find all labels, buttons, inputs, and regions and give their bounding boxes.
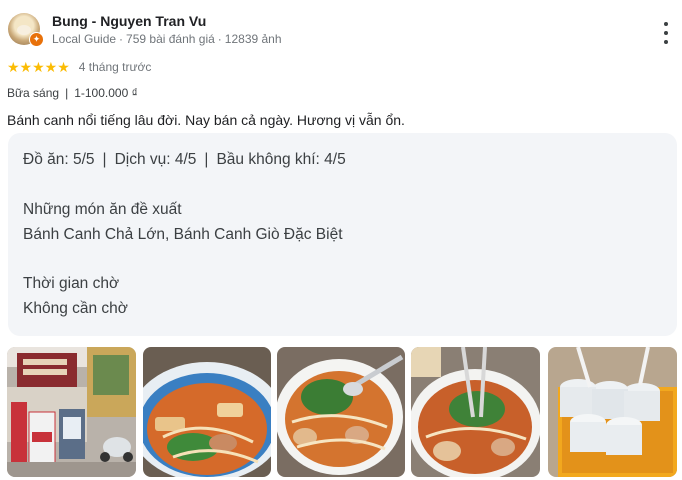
- review-text: Bánh canh nổi tiếng lâu đời. Nay bán cả …: [7, 112, 405, 128]
- wait-time-label: Thời gian chờ: [23, 275, 120, 292]
- review-details-box: Đồ ăn: 5/5 | Dịch vụ: 4/5 | Bầu không khí: 4…: [8, 133, 677, 336]
- meal-info: Bữa sáng | 1-100.000 ₫: [7, 86, 138, 100]
- sub-ratings: Đồ ăn: 5/5 | Dịch vụ: 4/5 | Bầu không khí: 4…: [23, 151, 346, 169]
- recommended-dishes-label: Những món ăn đề xuất: [23, 201, 182, 218]
- wait-time-value: Không cần chờ: [23, 300, 128, 317]
- meal-type: Bữa sáng: [7, 86, 60, 100]
- local-guide-badge-icon: ✦: [29, 32, 44, 47]
- meal-separator: |: [65, 86, 69, 100]
- atmosphere-rating: Bầu không khí: 4/5: [216, 151, 346, 168]
- review-header: ✦ Bung - Nguyen Tran Vu Local Guide · 759 …: [8, 10, 678, 50]
- noodle-soup-photo[interactable]: [143, 347, 271, 477]
- avatar-face: [17, 25, 31, 35]
- noodle-soup-photo[interactable]: [277, 347, 405, 477]
- rating-separator: |: [204, 151, 209, 168]
- storefront-photo[interactable]: [7, 347, 136, 477]
- reviewer-photo-count: 12839 ảnh: [224, 32, 282, 46]
- rating-separator: |: [102, 151, 107, 168]
- price-range: 1-100.000 ₫: [74, 86, 138, 100]
- food-rating: Đồ ăn: 5/5: [23, 151, 95, 168]
- more-options-icon[interactable]: [658, 22, 674, 44]
- recommended-dishes-value: Bánh Canh Chả Lớn, Bánh Canh Giò Đặc Biệ…: [23, 226, 343, 243]
- reviewer-meta: Local Guide · 759 bài đánh giá · 12839 ảnh: [52, 32, 282, 46]
- reviewer-name[interactable]: Bung - Nguyen Tran Vu: [52, 13, 206, 29]
- reviewer-level: Local Guide: [52, 32, 117, 46]
- star-rating-icon: ★★★★★: [7, 58, 70, 75]
- review-photos: [7, 347, 677, 477]
- service-rating: Dịch vụ: 4/5: [114, 151, 197, 168]
- noodle-soup-photo[interactable]: [411, 347, 540, 477]
- reviewer-review-count: 759 bài đánh giá: [126, 32, 215, 46]
- drink-cups-photo[interactable]: [548, 347, 677, 477]
- review-time: 4 tháng trước: [78, 60, 152, 74]
- rating-row: ★★★★★ 4 tháng trước: [7, 59, 151, 75]
